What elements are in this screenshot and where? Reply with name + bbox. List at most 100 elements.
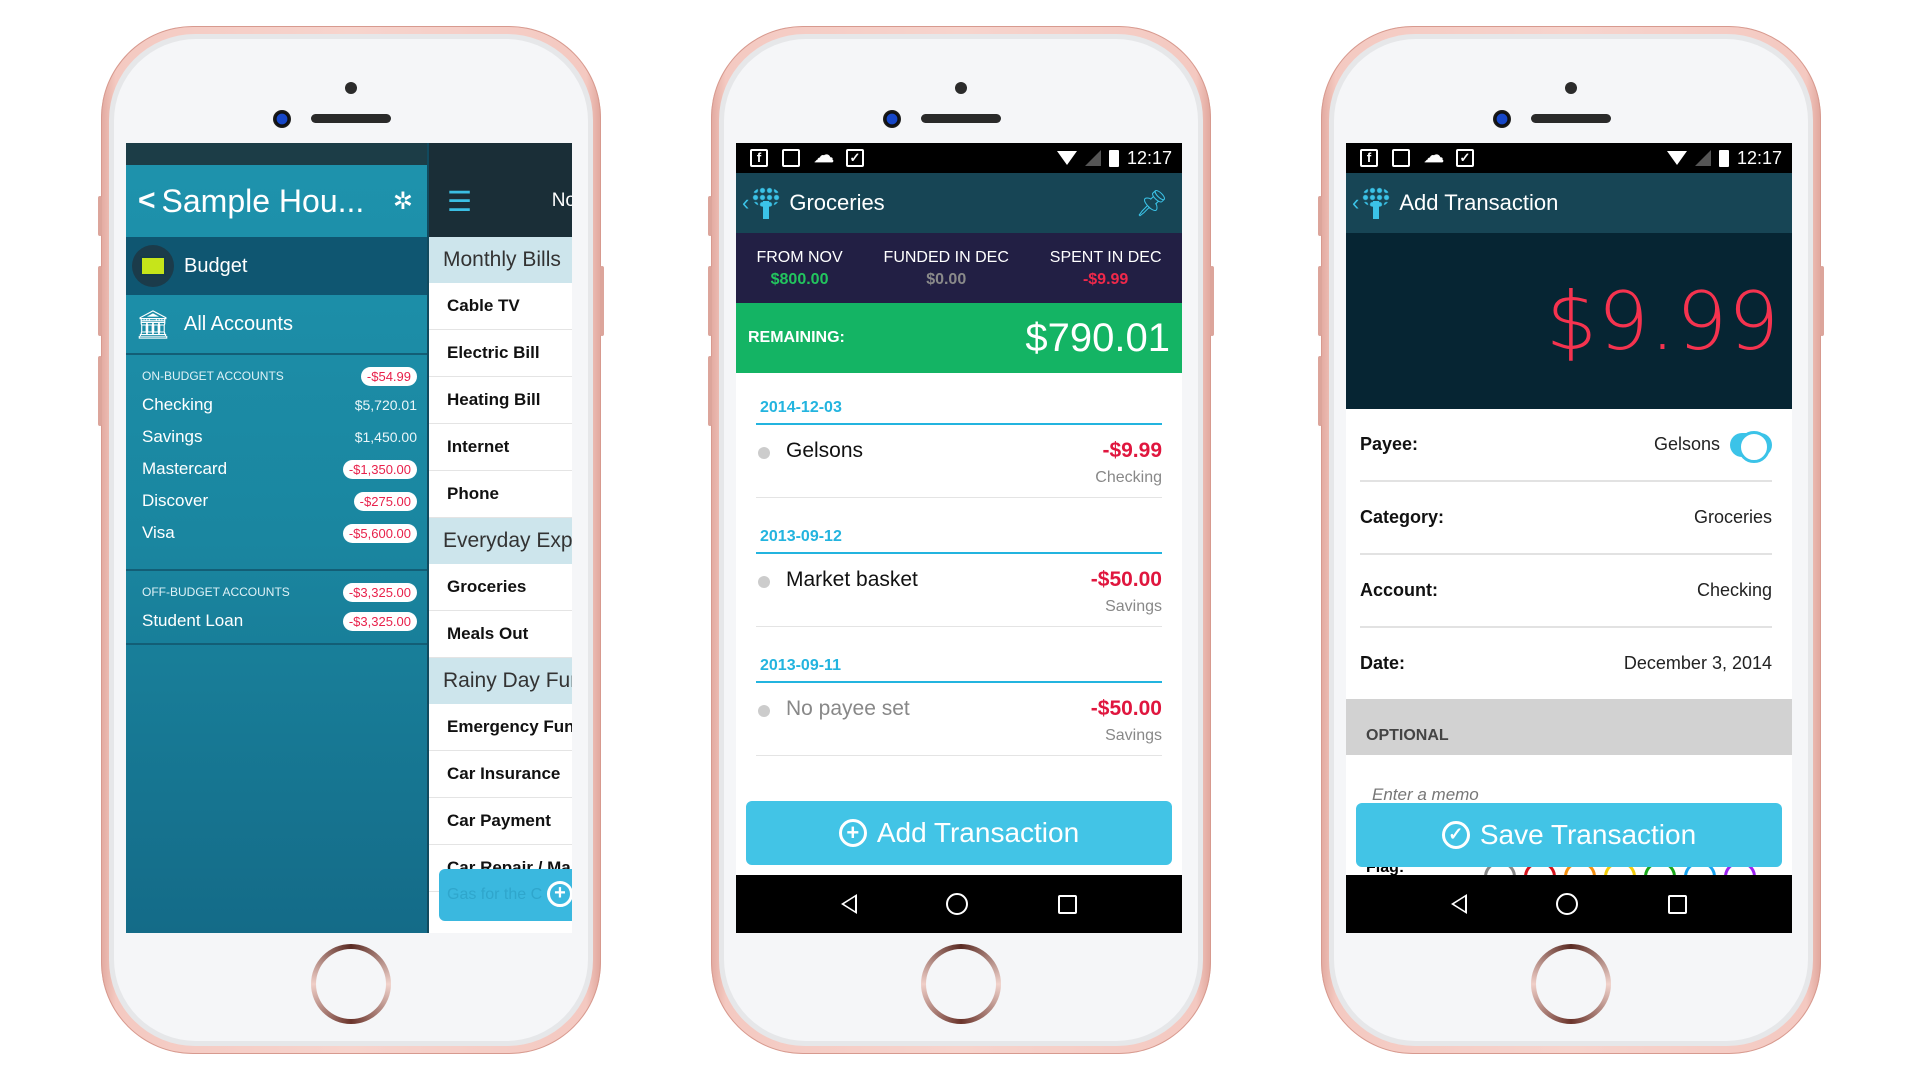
back-nav-icon[interactable] [840, 894, 857, 914]
gear-icon[interactable]: ✲ [393, 187, 413, 216]
stat-block: FUNDED IN DEC $0.00 [884, 249, 1009, 289]
transaction-date-header: 2014-12-03 [756, 391, 1162, 425]
proximity-sensor [955, 82, 967, 94]
transaction-list: 2014-12-03 Gelsons -$9.99 Checking 2013-09-1… [736, 373, 1182, 756]
category-group-header[interactable]: Monthly Bills [429, 237, 572, 283]
account-row[interactable]: Discover -$275.00 [142, 485, 427, 517]
nav-label: All Accounts [184, 312, 293, 335]
account-name: Visa [142, 523, 175, 542]
home-nav-icon[interactable] [1556, 893, 1579, 915]
stat-label: SPENT IN DEC [1049, 249, 1162, 266]
group-total: -$3,325.00 [342, 582, 417, 602]
home-button[interactable] [1531, 944, 1611, 1024]
save-transaction-button[interactable]: ✓ Save Transaction [1356, 803, 1782, 867]
screen-add-transaction: f ☁ ✓ 12:17 ‹ Add Transaction $9.99 Paye… [1346, 143, 1792, 933]
cleared-status-icon[interactable] [758, 576, 770, 588]
cleared-status-icon[interactable] [758, 447, 770, 459]
recents-nav-icon[interactable] [1668, 894, 1688, 914]
category-item[interactable]: Car Insurance [429, 751, 572, 798]
transaction-payee: Gelsons [786, 439, 864, 462]
account-name: Discover [142, 491, 209, 510]
field-value: Gelsons [1653, 434, 1720, 454]
field-label: Date: [1360, 653, 1406, 673]
category-item[interactable]: Phone [429, 471, 572, 518]
proximity-sensor [345, 82, 357, 94]
transaction-row[interactable]: No payee set -$50.00 Savings [756, 683, 1162, 756]
field-value: December 3, 2014 [1623, 653, 1772, 673]
category-item[interactable]: Electric Bill [429, 330, 572, 377]
payee-toggle-icon[interactable] [1730, 430, 1772, 463]
nav-item-budget[interactable]: Budget [126, 237, 427, 295]
budget-name[interactable]: Sample Hou... [162, 183, 393, 220]
category-item[interactable]: Internet [429, 424, 572, 471]
category-item[interactable]: Emergency Fun [429, 704, 572, 751]
transaction-row[interactable]: Market basket -$50.00 Savings [756, 554, 1162, 627]
account-balance: -$3,325.00 [342, 611, 417, 631]
category-item[interactable]: Groceries [429, 564, 572, 611]
account-row[interactable]: Checking $5,720.01 [142, 389, 427, 421]
power-button [1820, 266, 1824, 336]
form-field-payee[interactable]: Payee: Gelsons [1360, 409, 1772, 482]
form-field-category[interactable]: Category: Groceries [1360, 482, 1772, 555]
app-bar: ‹ Add Transaction [1346, 173, 1792, 233]
category-group-header[interactable]: Rainy Day Fun [429, 658, 572, 704]
screen-budget: < Sample Hou... ✲ Budget 🏛 All Accounts … [126, 143, 572, 933]
transaction-account: Savings [1105, 598, 1162, 615]
account-row[interactable]: Student Loan -$3,325.00 [142, 605, 427, 637]
account-row[interactable]: Mastercard -$1,350.00 [142, 453, 427, 485]
stat-block: SPENT IN DEC -$9.99 [1050, 249, 1162, 289]
nav-item-all-accounts[interactable]: 🏛 All Accounts [126, 295, 427, 353]
account-row[interactable]: Visa -$5,600.00 [142, 517, 427, 549]
mute-switch [98, 196, 102, 236]
field-value: Checking [1696, 580, 1772, 600]
home-button[interactable] [311, 944, 391, 1024]
nav-label: Budget [184, 254, 248, 277]
plus-circle-icon[interactable]: + [547, 881, 572, 907]
check-circle-icon: ✓ [1441, 821, 1470, 849]
accounts-drawer: < Sample Hou... ✲ Budget 🏛 All Accounts … [126, 143, 427, 933]
back-chevron-icon[interactable]: ‹ [742, 190, 749, 216]
form-field-date[interactable]: Date: December 3, 2014 [1360, 628, 1772, 701]
transaction-date-header: 2013-09-12 [756, 520, 1162, 554]
stat-label: FUNDED IN DEC [883, 249, 1009, 266]
back-chevron-icon[interactable]: ‹ [1352, 190, 1359, 216]
button-label: Add Transaction [876, 817, 1080, 848]
status-bar: f ☁ ✓ 12:17 [1346, 143, 1792, 173]
image-icon [782, 149, 800, 167]
account-balance: -$5,600.00 [342, 523, 417, 543]
android-nav-bar [1346, 875, 1792, 933]
phone-frame-category: f ☁ ✓ 12:17 ‹ Groceries 📌︎ FROM NOV $800.… [708, 26, 1214, 1054]
home-nav-icon[interactable] [946, 893, 969, 915]
hamburger-icon[interactable]: ☰ [447, 185, 472, 218]
amount-display[interactable]: $9.99 [1346, 233, 1792, 409]
signal-icon [1694, 150, 1711, 166]
front-camera-icon [883, 110, 901, 128]
tree-logo-icon[interactable] [1361, 187, 1391, 219]
pin-icon[interactable]: 📌︎ [1135, 188, 1168, 219]
cleared-status-icon[interactable] [758, 705, 770, 717]
category-item[interactable]: Heating Bill [429, 377, 572, 424]
add-category-input[interactable]: Gas for the C + [439, 869, 572, 921]
category-group-header[interactable]: Everyday Expe [429, 518, 572, 564]
signal-icon [1084, 150, 1101, 166]
mute-switch [1318, 196, 1322, 236]
category-item[interactable]: Car Payment [429, 798, 572, 845]
add-transaction-button[interactable]: + Add Transaction [746, 801, 1172, 865]
amount-value: $9.99 [1545, 274, 1780, 368]
recents-nav-icon[interactable] [1058, 894, 1078, 914]
android-nav-bar [736, 875, 1182, 933]
transaction-row[interactable]: Gelsons -$9.99 Checking [756, 425, 1162, 498]
stat-block: FROM NOV $800.00 [756, 249, 842, 289]
tree-logo-icon[interactable] [751, 187, 781, 219]
form-field-account[interactable]: Account: Checking [1360, 555, 1772, 628]
earpiece-speaker [1531, 114, 1611, 123]
back-nav-icon[interactable] [1450, 894, 1467, 914]
category-item[interactable]: Meals Out [429, 611, 572, 658]
back-chevron-icon[interactable]: < [138, 184, 156, 218]
category-stats: FROM NOV $800.00 FUNDED IN DEC $0.00 SPENT I… [736, 233, 1182, 303]
account-row[interactable]: Savings $1,450.00 [142, 421, 427, 453]
group-heading: ON-BUDGET ACCOUNTS [142, 369, 284, 383]
category-item[interactable]: Cable TV [429, 283, 572, 330]
volume-up-button [708, 266, 712, 336]
home-button[interactable] [921, 944, 1001, 1024]
